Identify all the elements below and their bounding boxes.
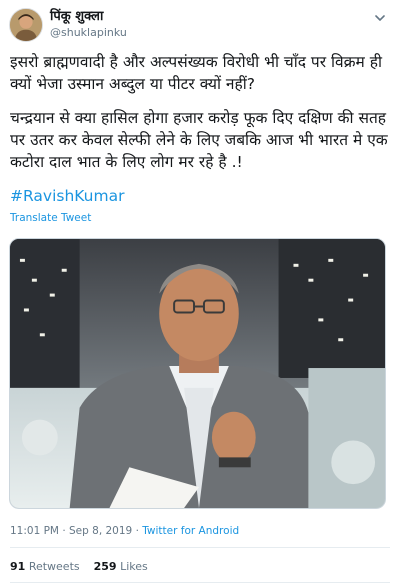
- tweet-stats: 91 Retweets 259 Likes: [10, 560, 148, 573]
- divider-bottom: [10, 582, 390, 583]
- tweet-source-link[interactable]: Twitter for Android: [142, 525, 239, 537]
- tweet-paragraph-1: इसरो ब्राह्मणवादी है और अल्पसंख्यक विरोध…: [10, 53, 382, 93]
- tweet-paragraph-2: चन्द्रयान से क्या हासिल होगा हजार करोड़ …: [10, 109, 388, 171]
- user-handle[interactable]: @shuklapinku: [50, 26, 127, 40]
- tweet-image[interactable]: [9, 238, 386, 509]
- retweets-stat[interactable]: 91 Retweets: [10, 560, 80, 573]
- translate-tweet-link[interactable]: Translate Tweet: [10, 212, 91, 224]
- meta-separator-2: ·: [132, 525, 143, 537]
- likes-label: Likes: [120, 560, 148, 573]
- retweets-label: Retweets: [28, 560, 80, 573]
- retweets-count: 91: [10, 560, 26, 573]
- tweet-card: पिंकू शुक्ला @shuklapinku इसरो ब्राह्मणव…: [0, 0, 400, 585]
- chevron-down-icon[interactable]: [372, 10, 388, 26]
- avatar[interactable]: [9, 8, 43, 42]
- divider: [10, 547, 390, 548]
- tweet-meta: 11:01 PM · Sep 8, 2019 · Twitter for And…: [10, 525, 239, 537]
- likes-count: 259: [93, 560, 117, 573]
- meta-separator: ·: [59, 525, 70, 537]
- tweet-date[interactable]: Sep 8, 2019: [69, 525, 132, 537]
- likes-stat[interactable]: 259 Likes: [94, 560, 148, 573]
- display-name[interactable]: पिंकू शुक्ला: [50, 9, 103, 25]
- tweet-time[interactable]: 11:01 PM: [10, 525, 59, 537]
- tweet-text: इसरो ब्राह्मणवादी है और अल्पसंख्यक विरोध…: [10, 51, 394, 207]
- hashtag-link[interactable]: #RavishKumar: [10, 187, 124, 205]
